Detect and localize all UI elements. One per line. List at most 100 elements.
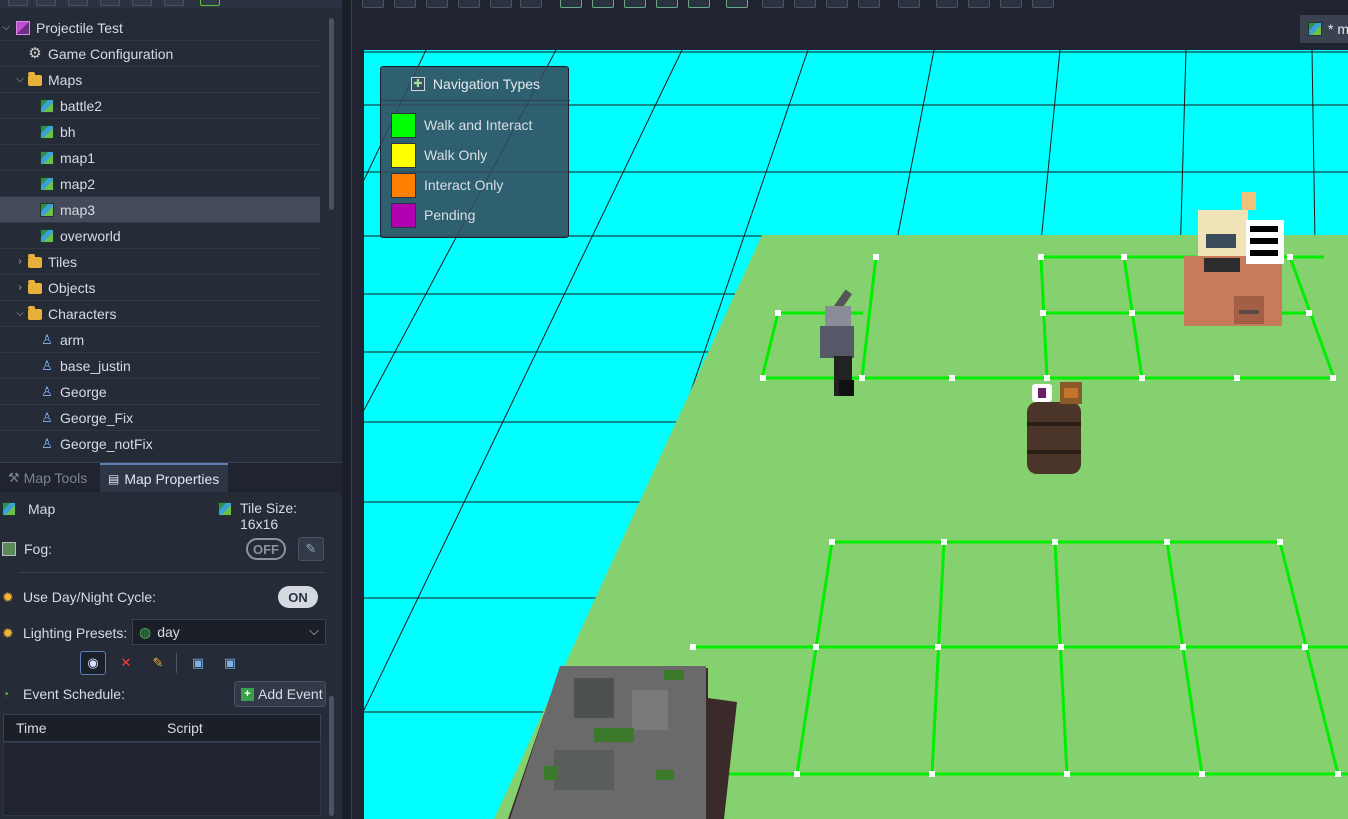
legend-swatch — [391, 202, 416, 228]
tree-item-objects-folder[interactable]: › Objects — [0, 275, 322, 301]
lighting-label: Lighting Presets: — [23, 625, 128, 641]
toolbar-button[interactable] — [936, 0, 958, 8]
chevron-right-icon[interactable]: › — [14, 256, 26, 267]
toolbar-button[interactable] — [794, 0, 816, 8]
add-event-button[interactable]: + Add Event — [234, 681, 326, 707]
toolbar-button[interactable] — [1000, 0, 1022, 8]
tab-label: Map Properties — [124, 471, 220, 487]
fog-toggle[interactable]: OFF — [246, 538, 286, 560]
add-event-label: Add Event — [258, 686, 323, 702]
save-icon: ▣ — [191, 655, 205, 670]
delete-preset-button[interactable]: ✕ — [113, 651, 139, 675]
eye-icon: ◉ — [87, 655, 99, 670]
toolbar-button[interactable] — [68, 0, 88, 6]
toolbar-button[interactable] — [624, 0, 646, 8]
tree-item-character[interactable]: ♙ George_Fix — [0, 405, 322, 431]
tree-item-label: George — [60, 383, 107, 400]
tree-item-game-configuration[interactable]: ⚙ Game Configuration — [0, 41, 322, 67]
map-header-row: Map Tile Size: 16x16 — [0, 500, 336, 532]
toolbar-button[interactable] — [826, 0, 848, 8]
sun-icon: ✹ — [2, 624, 14, 641]
map-icon — [40, 176, 54, 191]
day-night-label: Use Day/Night Cycle: — [23, 589, 157, 605]
tab-map-tools[interactable]: ⚒ Map Tools — [0, 463, 100, 493]
lighting-preset-select[interactable]: ◍ day ⌵ — [132, 619, 326, 645]
tree-item-map[interactable]: map2 — [0, 171, 322, 197]
event-table-body[interactable] — [3, 742, 321, 816]
toolbar-button[interactable] — [490, 0, 512, 8]
map-icon — [40, 98, 54, 113]
tree-item-label: map3 — [60, 201, 96, 218]
tree-scrollbar[interactable] — [329, 18, 334, 210]
toolbar-button[interactable] — [592, 0, 614, 8]
toolbar-button[interactable] — [362, 0, 384, 8]
divider — [176, 653, 177, 673]
properties-icon: ▤ — [108, 472, 120, 486]
tree-item-label: base_justin — [60, 357, 131, 374]
chevron-down-icon[interactable]: ⌵ — [14, 74, 26, 85]
toolbar-button[interactable] — [200, 0, 220, 6]
map-icon — [1308, 22, 1322, 36]
toolbar-button[interactable] — [520, 0, 542, 8]
tree-item-label: map2 — [60, 175, 96, 192]
tree-item-map[interactable]: battle2 — [0, 93, 322, 119]
tree-item-label: George_notFix — [60, 435, 153, 452]
chevron-right-icon[interactable]: › — [14, 282, 26, 293]
toolbar-button[interactable] — [898, 0, 920, 8]
toolbar-button[interactable] — [8, 0, 28, 6]
tree-item-map-selected[interactable]: map3 — [0, 197, 320, 223]
toolbar-button[interactable] — [1032, 0, 1054, 8]
save-as-preset-button[interactable]: ▣ — [217, 651, 243, 675]
folder-icon — [28, 254, 42, 268]
tree-item-map[interactable]: bh — [0, 119, 322, 145]
day-night-toggle[interactable]: ON — [278, 586, 318, 608]
toolbar-button[interactable] — [164, 0, 184, 6]
stone-block-object[interactable] — [508, 666, 737, 819]
toolbar-button[interactable] — [656, 0, 678, 8]
divider — [20, 572, 324, 573]
tree-item-map[interactable]: map1 — [0, 145, 322, 171]
tree-item-character[interactable]: ♙ base_justin — [0, 353, 322, 379]
toolbar-button[interactable] — [560, 0, 582, 8]
tab-map-properties[interactable]: ▤ Map Properties — [100, 463, 228, 493]
tree-item-character[interactable]: ♙ arm — [0, 327, 322, 353]
column-header-script[interactable]: Script — [167, 720, 203, 736]
tree-item-character[interactable]: ♙ George_notFix — [0, 431, 322, 452]
save-preset-button[interactable]: ▣ — [185, 651, 211, 675]
tree-item-project[interactable]: ⌵ Projectile Test — [0, 15, 322, 41]
fog-edit-button[interactable]: ✎ — [298, 537, 324, 561]
edit-preset-button[interactable]: ✎ — [145, 651, 171, 675]
desk-object[interactable] — [1184, 192, 1284, 326]
tab-label: * map3 — [1328, 21, 1348, 37]
tree-item-maps-folder[interactable]: ⌵ Maps — [0, 67, 322, 93]
panel-splitter[interactable] — [342, 0, 352, 819]
toolbar-button[interactable] — [426, 0, 448, 8]
globe-icon: ◍ — [139, 623, 152, 640]
toolbar-button[interactable] — [36, 0, 56, 6]
toolbar-button[interactable] — [726, 0, 748, 8]
properties-scrollbar[interactable] — [329, 696, 334, 816]
tree-item-tiles-folder[interactable]: › Tiles — [0, 249, 322, 275]
edit-icon: ✎ — [305, 541, 317, 556]
toolbar-button[interactable] — [100, 0, 120, 6]
toolbar-button[interactable] — [762, 0, 784, 8]
chevron-down-icon[interactable]: ⌵ — [14, 308, 26, 319]
chevron-down-icon: ⌵ — [309, 623, 319, 638]
column-header-time[interactable]: Time — [16, 720, 47, 736]
tile-size-label: Tile Size: 16x16 — [240, 500, 298, 532]
toolbar-button[interactable] — [968, 0, 990, 8]
toolbar-button[interactable] — [394, 0, 416, 8]
tree-item-characters-folder[interactable]: ⌵ Characters — [0, 301, 322, 327]
toolbar-button[interactable] — [458, 0, 480, 8]
tree-item-character[interactable]: ♙ George — [0, 379, 322, 405]
close-icon: ✕ — [120, 655, 132, 670]
tab-label: Map Tools — [23, 470, 88, 486]
tree-item-map[interactable]: overworld — [0, 223, 322, 249]
toolbar-button[interactable] — [132, 0, 152, 6]
toolbar-button[interactable] — [688, 0, 710, 8]
event-table-header: Time Script — [3, 714, 321, 742]
view-preset-button[interactable]: ◉ — [80, 651, 106, 675]
tab-map3[interactable]: * map3 ✕ — [1300, 15, 1348, 43]
toolbar-button[interactable] — [858, 0, 880, 8]
chevron-down-icon[interactable]: ⌵ — [0, 22, 12, 33]
